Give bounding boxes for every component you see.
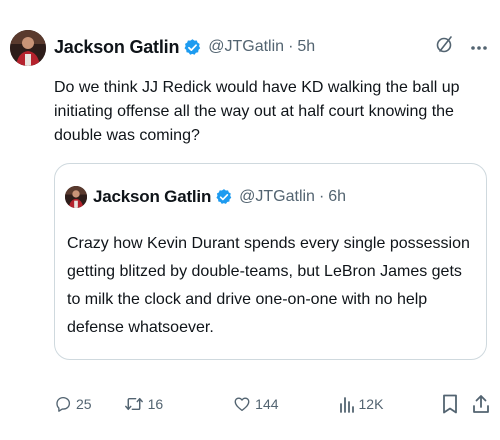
views-icon bbox=[339, 395, 355, 413]
quoted-tweet-text: Crazy how Kevin Durant spends every sing… bbox=[67, 235, 470, 336]
heart-icon bbox=[233, 395, 251, 413]
separator-dot: · bbox=[318, 188, 325, 205]
timestamp[interactable]: 5h bbox=[297, 38, 315, 56]
share-icon bbox=[472, 394, 490, 414]
quoted-avatar[interactable] bbox=[65, 186, 87, 208]
bookmark-button[interactable] bbox=[442, 394, 458, 414]
like-count: 144 bbox=[255, 396, 279, 412]
author-handle[interactable]: @JTGatlin bbox=[208, 38, 284, 56]
quoted-header: Jackson Gatlin @JTGatlin · 6h bbox=[93, 184, 346, 210]
avatar[interactable] bbox=[10, 30, 46, 66]
repost-count: 16 bbox=[147, 396, 164, 412]
repost-icon bbox=[124, 395, 144, 413]
bookmark-icon bbox=[442, 394, 458, 414]
reply-button[interactable]: 25 bbox=[54, 395, 92, 413]
reply-icon bbox=[54, 395, 72, 413]
views-button[interactable]: 12K bbox=[339, 395, 384, 413]
tweet-header: Jackson Gatlin @JTGatlin · 5h bbox=[54, 35, 315, 59]
tweet: Jackson Gatlin @JTGatlin · 5h Do we thin bbox=[0, 0, 500, 440]
grok-icon[interactable] bbox=[436, 34, 454, 59]
quoted-timestamp[interactable]: 6h bbox=[328, 188, 346, 206]
quoted-tweet[interactable]: Jackson Gatlin @JTGatlin · 6h Crazy how … bbox=[54, 163, 487, 360]
views-count: 12K bbox=[358, 396, 384, 412]
like-button[interactable]: 144 bbox=[233, 395, 279, 413]
repost-button[interactable]: 16 bbox=[124, 395, 164, 413]
reply-count: 25 bbox=[76, 396, 92, 412]
more-icon[interactable] bbox=[470, 38, 488, 56]
verified-badge-icon bbox=[215, 188, 233, 206]
quoted-author-name[interactable]: Jackson Gatlin bbox=[93, 187, 211, 207]
share-button[interactable] bbox=[472, 394, 490, 414]
header-actions bbox=[436, 34, 488, 59]
author-name[interactable]: Jackson Gatlin bbox=[54, 37, 179, 58]
tweet-text: Do we think JJ Redick would have KD walk… bbox=[54, 79, 460, 144]
action-bar: 25 16 144 12K bbox=[54, 393, 490, 415]
quoted-author-handle[interactable]: @JTGatlin bbox=[239, 188, 315, 206]
verified-badge-icon bbox=[183, 38, 202, 57]
separator-dot: · bbox=[288, 38, 294, 55]
